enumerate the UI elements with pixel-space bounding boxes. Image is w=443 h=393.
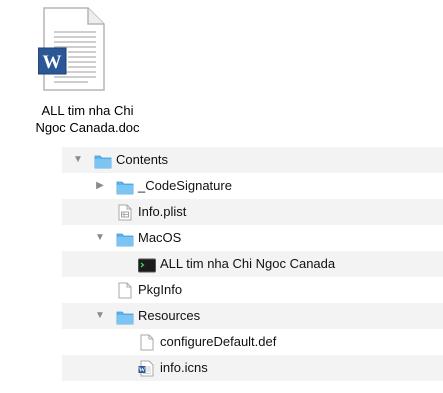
word-document-icon: W [138,360,154,386]
disclosure-expanded-icon[interactable]: ▼ [94,225,106,251]
package-contents-outline: ▼ Contents ▶ _CodeSignature Info.plist ▼ MacOS… [62,147,443,381]
svg-text:W: W [139,367,146,374]
outline-row-label: PkgInfo [138,282,183,297]
outline-row-label: info.icns [160,360,208,375]
outline-row-all-tim-nha-chi-ngoc-canada[interactable]: ALL tim nha Chi Ngoc Canada [62,251,443,277]
desktop-file-name-line-2: Ngoc Canada.doc [35,120,140,135]
outline-row-pkginfo[interactable]: PkgInfo [62,277,443,303]
outline-row-contents[interactable]: ▼ Contents [62,147,443,173]
outline-row-info-icns[interactable]: Winfo.icns [62,355,443,381]
disclosure-expanded-icon[interactable]: ▼ [72,147,84,173]
outline-row-label: MacOS [138,230,182,245]
outline-row-resources[interactable]: ▼ Resources [62,303,443,329]
desktop-file-name: ALL tim nha Chi Ngoc Canada.doc [0,102,175,136]
svg-text:W: W [43,52,62,73]
desktop-file-name-line-1: ALL tim nha Chi [41,103,134,118]
word-document-icon: W [38,7,105,91]
outline-row-configuredefault-def[interactable]: configureDefault.def [62,329,443,355]
outline-row-codesignature[interactable]: ▶ _CodeSignature [62,173,443,199]
desktop-file[interactable]: W ALL tim nha Chi Ngoc Canada.doc [0,0,175,145]
outline-row-label: ALL tim nha Chi Ngoc Canada [160,256,336,271]
outline-row-macos[interactable]: ▼ MacOS [62,225,443,251]
disclosure-collapsed-icon[interactable]: ▶ [94,173,106,199]
disclosure-expanded-icon[interactable]: ▼ [94,303,106,329]
outline-row-info-plist[interactable]: Info.plist [62,199,443,225]
outline-row-label: _CodeSignature [138,178,232,193]
outline-row-label: Contents [116,152,169,167]
outline-row-label: configureDefault.def [160,334,277,349]
outline-row-label: Resources [138,308,201,323]
outline-row-label: Info.plist [138,204,187,219]
